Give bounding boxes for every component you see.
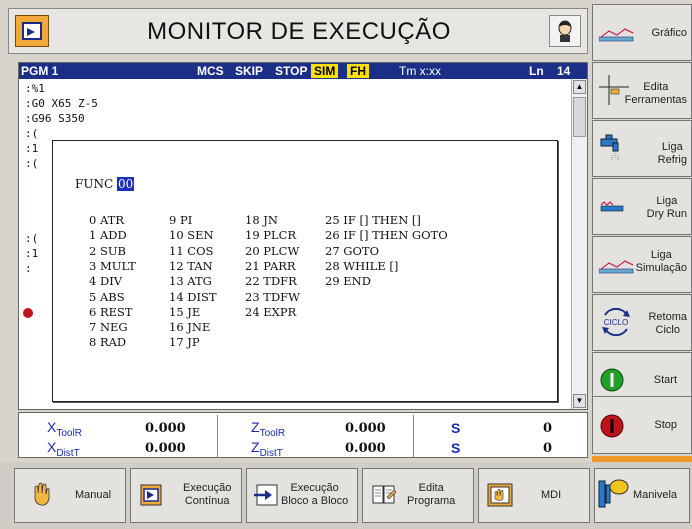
spindle-value: 0: [543, 421, 553, 436]
z-toolr-label: ZToolR: [251, 419, 286, 439]
scroll-up-icon[interactable]: ▲: [573, 80, 586, 94]
spindle-value: 0: [543, 441, 553, 456]
current-line-marker: [23, 308, 33, 318]
func-item[interactable]: 12 TAN: [169, 259, 213, 273]
graph-icon: [599, 28, 634, 42]
program-name: PGM 1: [21, 64, 59, 78]
axis-status-panel: XToolR 0.000 XDistT 0.000 ZToolR 0.000 Z…: [18, 412, 588, 459]
flag-skip: SKIP: [235, 64, 264, 78]
edita-programa-button[interactable]: Edita Programa: [362, 468, 474, 523]
program-line: :G96 S350: [25, 112, 85, 125]
func-item[interactable]: 28 WHILE []: [325, 259, 398, 273]
flag-mcs: MCS: [197, 64, 224, 78]
continuous-execution-icon: [140, 484, 162, 506]
stop-icon: [600, 414, 624, 438]
func-item[interactable]: 1 ADD: [89, 228, 127, 242]
func-item[interactable]: 18 JN: [245, 213, 278, 227]
execucao-continua-button[interactable]: Execução Contínua: [130, 468, 242, 523]
func-item[interactable]: 6 REST: [89, 305, 133, 319]
func-item[interactable]: 22 TDFR: [245, 274, 297, 288]
dry-run-icon: [600, 201, 624, 212]
time-readout: Tm x:xx: [399, 64, 441, 78]
func-item[interactable]: 25 IF [] THEN []: [325, 213, 421, 227]
scroll-down-icon[interactable]: ▼: [573, 394, 586, 408]
block-execution-icon: [254, 484, 278, 506]
func-item[interactable]: 13 ATG: [169, 274, 212, 288]
func-item[interactable]: 27 GOTO: [325, 244, 379, 258]
liga-refrig-button[interactable]: Liga Refrig: [592, 120, 692, 177]
cycle-restart-icon: CICLO: [602, 308, 630, 336]
edita-ferramentas-button[interactable]: Edita Ferramentas: [592, 62, 692, 119]
func-item[interactable]: 3 MULT: [89, 259, 136, 273]
func-item[interactable]: 17 JP: [169, 335, 200, 349]
func-item[interactable]: 8 RAD: [89, 335, 126, 349]
func-list: 0 ATR 1 ADD 2 SUB 3 MULT 4 DIV 5 ABS 6 REST 7 N…: [53, 141, 559, 403]
z-distt-value: 0.000: [345, 441, 386, 456]
bottom-softkeys: Manual Execução Contínua Execução Bloco a …: [0, 462, 692, 529]
cnc-screen: MONITOR DE EXECUÇÃO PGM 1 MCS SKIP STOP …: [0, 0, 692, 529]
manual-button[interactable]: Manual: [14, 468, 126, 523]
flag-stop: STOP: [275, 64, 308, 78]
simulation-graph-icon: [599, 260, 634, 274]
spindle-label: S: [451, 440, 461, 456]
z-distt-label: ZDistT: [251, 439, 283, 459]
func-item[interactable]: 20 PLCW: [245, 244, 299, 258]
retoma-ciclo-button[interactable]: CICLO Retoma Ciclo: [592, 294, 692, 351]
flag-sim: SIM: [311, 64, 339, 78]
program-line: :G0 X65 Z-5: [25, 97, 98, 110]
func-item[interactable]: 29 END: [325, 274, 371, 288]
program-line: :%1: [25, 82, 45, 95]
spindle-label: S: [451, 420, 461, 436]
func-item[interactable]: 19 PLCR: [245, 228, 296, 242]
window-title: MONITOR DE EXECUÇÃO: [147, 18, 451, 45]
func-item[interactable]: 2 SUB: [89, 244, 126, 258]
func-item[interactable]: 14 DIST: [169, 290, 217, 304]
func-item[interactable]: 4 DIV: [89, 274, 122, 288]
z-toolr-value: 0.000: [345, 421, 386, 436]
scroll-thumb[interactable]: [573, 97, 586, 137]
func-item[interactable]: 5 ABS: [89, 290, 125, 304]
line-label: Ln: [529, 64, 544, 78]
mdi-hand-icon: [487, 483, 513, 507]
func-item[interactable]: 16 JNE: [169, 320, 210, 334]
execucao-bloco-button[interactable]: Execução Bloco a Bloco: [246, 468, 358, 523]
manivela-button[interactable]: Manivela: [594, 468, 690, 523]
flag-fh: FH: [347, 64, 369, 78]
operator-avatar-icon[interactable]: [549, 15, 581, 47]
execution-mode-icon: [15, 15, 49, 47]
svg-text:CICLO: CICLO: [604, 318, 628, 327]
start-icon: [600, 368, 624, 392]
func-item[interactable]: 15 JE: [169, 305, 200, 319]
grafico-button[interactable]: Gráfico: [592, 4, 692, 61]
func-item[interactable]: 23 TDFW: [245, 290, 300, 304]
func-item[interactable]: 0 ATR: [89, 213, 124, 227]
func-item[interactable]: 26 IF [] THEN GOTO: [325, 228, 448, 242]
func-item[interactable]: 9 PI: [169, 213, 192, 227]
program-line: :(: [25, 127, 39, 140]
x-toolr-value: 0.000: [145, 421, 186, 436]
func-item[interactable]: 7 NEG: [89, 320, 128, 334]
x-toolr-label: XToolR: [47, 419, 82, 439]
stop-button[interactable]: Stop: [592, 396, 692, 454]
right-softkeys: Gráfico Edita Ferramentas Liga Refrig Li…: [592, 0, 692, 460]
coolant-faucet-icon: [600, 134, 619, 160]
program-scrollbar[interactable]: ▲ ▼: [571, 79, 587, 409]
mdi-button[interactable]: MDI: [478, 468, 590, 523]
func-item[interactable]: 21 PARR: [245, 259, 296, 273]
liga-simulacao-button[interactable]: Liga Simulação: [592, 236, 692, 293]
func-item[interactable]: 11 COS: [169, 244, 213, 258]
x-distt-label: XDistT: [47, 439, 80, 459]
func-item[interactable]: 24 EXPR: [245, 305, 296, 319]
x-distt-value: 0.000: [145, 441, 186, 456]
title-bar: MONITOR DE EXECUÇÃO: [8, 8, 588, 54]
program-status-bar: PGM 1 MCS SKIP STOP SIM FH Tm x:xx Ln 14: [19, 63, 587, 79]
hand-icon: [34, 482, 50, 506]
line-number: 14: [557, 64, 571, 78]
liga-dry-run-button[interactable]: Liga Dry Run: [592, 178, 692, 235]
func-item[interactable]: 10 SEN: [169, 228, 214, 242]
func-dialog: FUNC 00 0 ATR 1 ADD 2 SUB 3 MULT 4 DIV 5 ABS 6…: [52, 140, 558, 402]
edit-program-icon: [372, 485, 397, 504]
handwheel-icon: [598, 479, 629, 508]
